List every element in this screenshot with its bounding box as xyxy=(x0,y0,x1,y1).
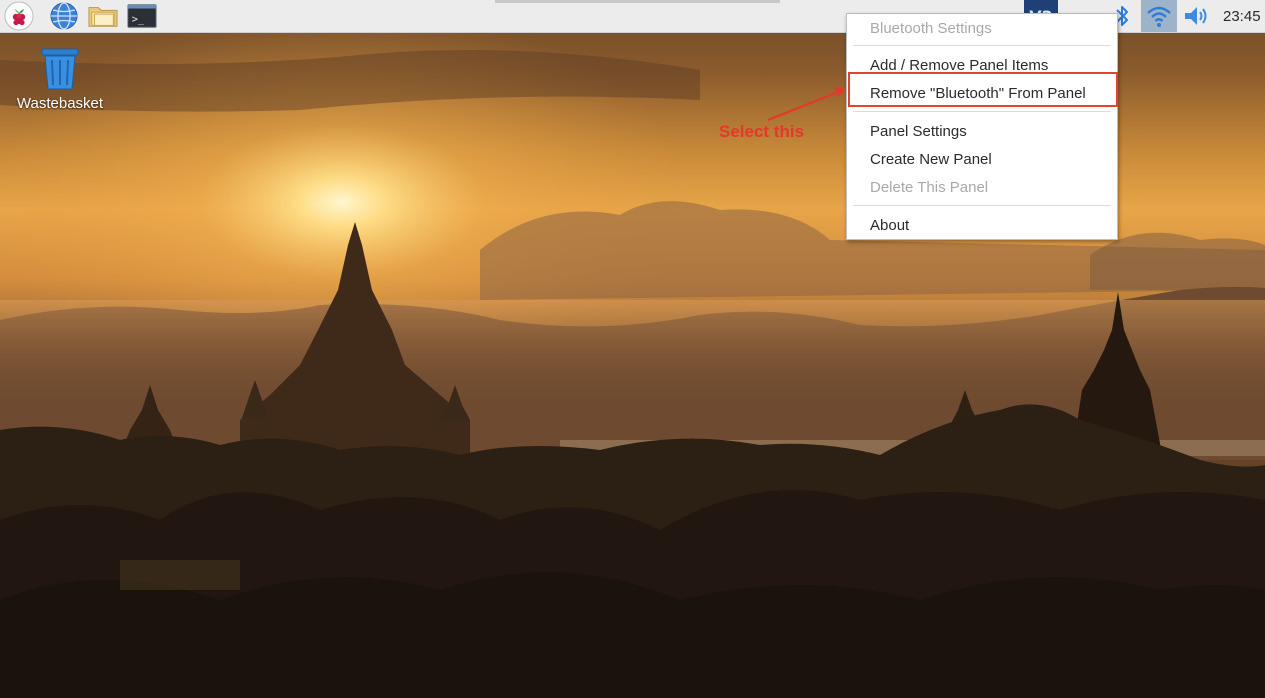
menu-separator xyxy=(853,111,1111,112)
wastebasket-label: Wastebasket xyxy=(16,95,104,112)
volume-tray-button[interactable] xyxy=(1182,1,1212,31)
wifi-tray-button[interactable] xyxy=(1141,0,1177,32)
raspberry-icon xyxy=(4,1,34,31)
menu-separator xyxy=(853,205,1111,206)
annotation-label: Select this xyxy=(719,122,805,141)
web-browser-button[interactable] xyxy=(49,1,79,31)
terminal-button[interactable]: >_ xyxy=(127,1,157,31)
menu-item-delete-this-panel[interactable]: Delete This Panel xyxy=(847,175,1117,201)
clock[interactable]: 23:45 xyxy=(1223,0,1265,33)
menu-item-create-new-panel[interactable]: Create New Panel xyxy=(847,147,1117,173)
menu-separator xyxy=(853,45,1111,46)
wastebasket-desktop-icon[interactable]: Wastebasket xyxy=(10,46,110,116)
menu-item-about[interactable]: About xyxy=(847,213,1117,239)
globe-icon xyxy=(50,2,78,30)
svg-text:>_: >_ xyxy=(132,14,145,26)
annotation-highlight-box xyxy=(848,72,1118,107)
wifi-icon xyxy=(1147,6,1171,27)
window-button[interactable] xyxy=(495,0,780,3)
folder-icon xyxy=(88,7,118,27)
raspberry-menu-button[interactable] xyxy=(4,1,34,31)
panel-context-menu: Bluetooth Settings Add / Remove Panel It… xyxy=(846,13,1118,240)
menu-item-panel-settings[interactable]: Panel Settings xyxy=(847,119,1117,145)
terminal-icon: >_ xyxy=(127,4,157,28)
wastebasket-icon xyxy=(41,48,79,90)
desktop: >_ V2 xyxy=(0,0,1265,698)
file-manager-button[interactable] xyxy=(88,1,118,31)
menu-item-bluetooth-settings[interactable]: Bluetooth Settings xyxy=(847,16,1117,42)
volume-icon xyxy=(1185,7,1207,25)
